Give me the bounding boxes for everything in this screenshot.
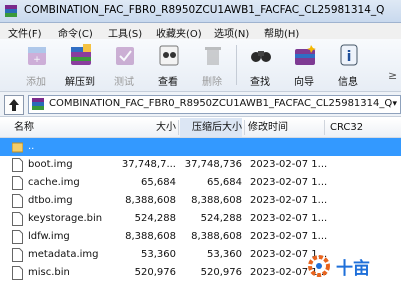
- svg-text:i: i: [347, 49, 352, 65]
- file-name: metadata.img: [28, 249, 99, 260]
- file-packed-size: 8,388,608: [191, 195, 242, 206]
- menu-favorites[interactable]: 收藏夹(O): [156, 25, 202, 40]
- delete-button[interactable]: 删除: [190, 41, 234, 89]
- info-label: 信息: [338, 77, 358, 88]
- window-title: COMBINATION_FAC_FBR0_R8950ZCU1AWB1_FACFA…: [24, 4, 385, 16]
- test-icon: [116, 47, 134, 65]
- column-divider: [244, 120, 245, 135]
- view-icon: [159, 45, 179, 66]
- file-modified: 2023-02-07 1...: [250, 177, 328, 188]
- file-size: 8,388,608: [125, 231, 176, 242]
- menu-options[interactable]: 选项(N): [214, 25, 249, 40]
- file-icon: [12, 194, 23, 208]
- test-button[interactable]: 测试: [102, 41, 146, 89]
- extract-button[interactable]: 解压到: [58, 41, 102, 89]
- column-crc32[interactable]: CRC32: [330, 118, 363, 137]
- file-packed-size: 8,388,608: [191, 231, 242, 242]
- test-label: 测试: [114, 77, 134, 88]
- file-name: keystorage.bin: [28, 213, 103, 224]
- toolbar-separator: [236, 45, 237, 85]
- svg-text:+: +: [33, 55, 41, 65]
- table-row[interactable]: ldfw.img 8,388,608 8,388,608 2023-02-07 …: [0, 228, 401, 246]
- file-name: dtbo.img: [28, 195, 73, 206]
- wizard-label: 向导: [294, 77, 314, 88]
- file-modified: 2023-02-07 1...: [250, 159, 328, 170]
- table-row[interactable]: boot.img 37,748,7... 37,748,736 2023-02-…: [0, 156, 401, 174]
- file-icon: [12, 176, 23, 190]
- view-button[interactable]: 查看: [146, 41, 190, 89]
- watermark-logo: 十亩: [304, 250, 401, 279]
- up-arrow-icon: [9, 99, 19, 111]
- find-button[interactable]: 查找: [238, 41, 282, 89]
- file-size: 524,288: [134, 213, 176, 224]
- menu-help[interactable]: 帮助(H): [264, 25, 299, 40]
- extract-label: 解压到: [65, 77, 95, 88]
- address-field[interactable]: COMBINATION_FAC_FBR0_R8950ZCU1AWB1_FACFA…: [28, 95, 401, 114]
- delete-icon: [205, 47, 221, 65]
- parent-folder-icon: [12, 142, 23, 153]
- menu-tools[interactable]: 工具(S): [108, 25, 142, 40]
- file-packed-size: 520,976: [200, 267, 242, 278]
- column-divider: [178, 120, 179, 135]
- file-name: ..: [28, 141, 35, 152]
- file-name: misc.bin: [28, 267, 70, 278]
- add-label: 添加: [26, 77, 46, 88]
- file-size: 8,388,608: [125, 195, 176, 206]
- file-modified: 2023-02-07 1...: [250, 231, 328, 242]
- file-list-header: 名称 大小 压缩后大小 修改时间 CRC32: [0, 118, 401, 138]
- menu-bar: 文件(F) 命令(C) 工具(S) 收藏夹(O) 选项(N) 帮助(H): [0, 23, 401, 40]
- add-icon: +: [28, 47, 46, 65]
- file-size: 520,976: [134, 267, 176, 278]
- address-bar: COMBINATION_FAC_FBR0_R8950ZCU1AWB1_FACFA…: [0, 92, 401, 117]
- parent-folder-row[interactable]: ..: [0, 138, 401, 156]
- delete-label: 删除: [202, 77, 222, 88]
- archive-app-icon: [5, 5, 17, 17]
- file-packed-size: 524,288: [200, 213, 242, 224]
- add-button[interactable]: + 添加: [14, 41, 58, 89]
- file-name: ldfw.img: [28, 231, 70, 242]
- watermark-text: 十亩: [336, 259, 370, 279]
- file-modified: 2023-02-07 1...: [250, 195, 328, 206]
- file-modified: 2023-02-07 1...: [250, 213, 328, 224]
- up-folder-button[interactable]: [4, 95, 24, 115]
- gear-logo-icon: [308, 255, 330, 277]
- chevron-down-icon[interactable]: ▾: [392, 99, 397, 109]
- file-size: 37,748,7...: [121, 159, 176, 170]
- archive-icon: [32, 98, 44, 110]
- file-icon: [12, 158, 23, 172]
- column-packed-size[interactable]: 压缩后大小: [180, 118, 242, 137]
- column-divider: [324, 120, 325, 135]
- table-row[interactable]: cache.img 65,684 65,684 2023-02-07 1...: [0, 174, 401, 192]
- table-row[interactable]: dtbo.img 8,388,608 8,388,608 2023-02-07 …: [0, 192, 401, 210]
- table-row[interactable]: keystorage.bin 524,288 524,288 2023-02-0…: [0, 210, 401, 228]
- menu-command[interactable]: 命令(C): [58, 25, 93, 40]
- wizard-icon: [295, 45, 316, 65]
- find-icon: [251, 51, 271, 62]
- title-bar: COMBINATION_FAC_FBR0_R8950ZCU1AWB1_FACFA…: [0, 0, 401, 23]
- find-label: 查找: [250, 77, 270, 88]
- file-packed-size: 37,748,736: [184, 159, 242, 170]
- file-icon: [12, 230, 23, 244]
- file-packed-size: 65,684: [207, 177, 242, 188]
- info-button[interactable]: i 信息: [326, 41, 370, 89]
- column-name[interactable]: 名称: [14, 118, 34, 137]
- extract-icon: [71, 44, 91, 65]
- file-size: 65,684: [141, 177, 176, 188]
- file-icon: [12, 248, 23, 262]
- view-label: 查看: [158, 77, 178, 88]
- column-size[interactable]: 大小: [156, 118, 176, 137]
- address-path: COMBINATION_FAC_FBR0_R8950ZCU1AWB1_FACFA…: [49, 98, 393, 109]
- toolbar-overflow-button[interactable]: ≥: [388, 69, 397, 82]
- file-name: boot.img: [28, 159, 73, 170]
- file-icon: [12, 212, 23, 226]
- file-name: cache.img: [28, 177, 80, 188]
- menu-file[interactable]: 文件(F): [8, 25, 42, 40]
- wizard-button[interactable]: 向导: [282, 41, 326, 89]
- toolbar: + 添加 解压到 测试 查看 删除 查找 向导 i 信息 ≥: [0, 39, 401, 92]
- column-modified[interactable]: 修改时间: [248, 118, 288, 137]
- info-icon: i: [340, 44, 358, 66]
- file-packed-size: 53,360: [207, 249, 242, 260]
- file-size: 53,360: [141, 249, 176, 260]
